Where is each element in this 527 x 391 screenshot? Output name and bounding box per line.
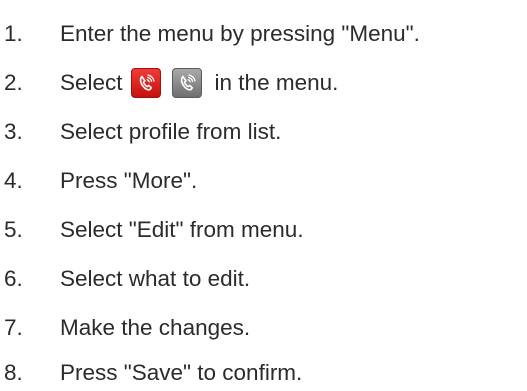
- step-number: 1.: [4, 20, 23, 46]
- step-4: 4. Press "More".: [0, 164, 197, 198]
- step-1: 1. Enter the menu by pressing "Menu".: [0, 17, 420, 51]
- step-8: 8. Press "Save" to confirm.: [0, 356, 302, 390]
- step-text: Press "More".: [60, 167, 198, 193]
- step-text: Select "Edit" from menu.: [60, 216, 304, 242]
- step-number: 4.: [4, 167, 23, 193]
- step-text-before: Select: [60, 69, 123, 95]
- step-number: 6.: [4, 265, 23, 291]
- step-text-after: in the menu.: [214, 69, 339, 95]
- step-number: 2.: [4, 69, 23, 95]
- step-text: Select what to edit.: [60, 265, 251, 291]
- step-number: 8.: [4, 359, 23, 385]
- step-number: 3.: [4, 118, 23, 144]
- step-number: 5.: [4, 216, 23, 242]
- step-7: 7. Make the changes.: [0, 311, 250, 345]
- step-text: Make the changes.: [60, 314, 251, 340]
- step-3: 3. Select profile from list.: [0, 115, 281, 149]
- step-text: Enter the menu by pressing "Menu".: [60, 20, 420, 46]
- call-profile-grey-icon: [171, 68, 202, 98]
- call-profile-red-icon: [130, 68, 161, 98]
- step-5: 5. Select "Edit" from menu.: [0, 213, 304, 247]
- step-2: 2. Select in the menu.: [0, 66, 338, 100]
- step-number: 7.: [4, 314, 23, 340]
- step-text: Select profile from list.: [60, 118, 282, 144]
- step-6: 6. Select what to edit.: [0, 262, 250, 296]
- step-text: Press "Save" to confirm.: [60, 359, 303, 385]
